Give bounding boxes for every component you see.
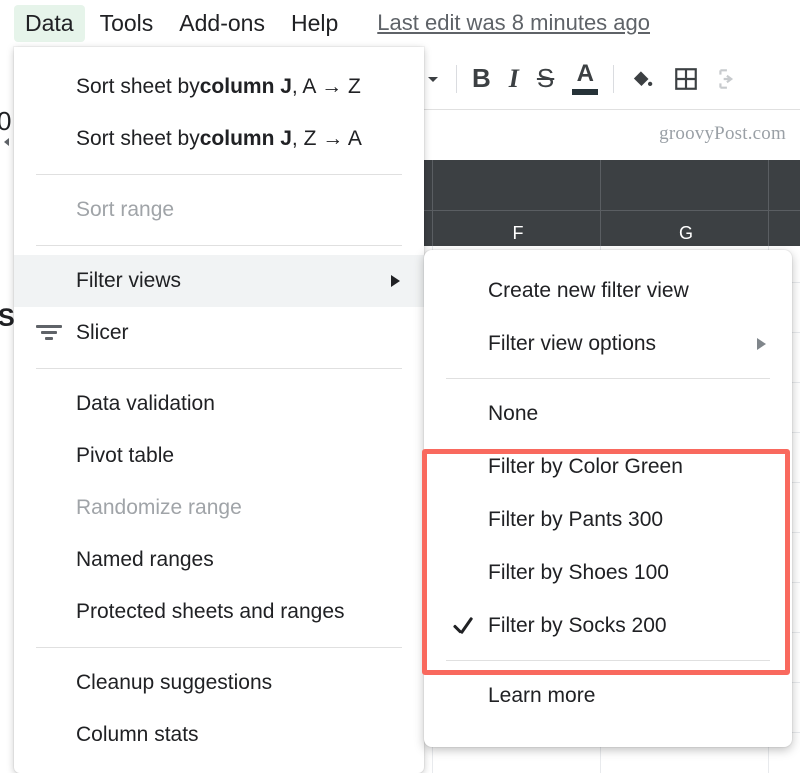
submenu-item-label: Create new filter view [488, 278, 689, 302]
menu-item-sort-range: Sort range [14, 184, 424, 236]
menu-divider-1 [36, 174, 402, 175]
menubar-item-help[interactable]: Help [280, 5, 349, 42]
submenu-item-label: Learn more [488, 683, 596, 707]
menu-item-label: Filter views [76, 269, 182, 292]
toolbar-divider-1 [456, 64, 457, 93]
caret-down-icon[interactable] [425, 71, 441, 87]
menu-item-named-ranges[interactable]: Named ranges [14, 534, 424, 586]
submenu-item-filter-by-pants-300[interactable]: Filter by Pants 300 [424, 493, 792, 546]
submenu-item-filter-by-socks-200[interactable]: Filter by Socks 200 [424, 599, 792, 652]
menu-item-label: Column stats [76, 723, 199, 746]
menu-item-label: Data validation [76, 392, 215, 415]
menu-item-slicer[interactable]: Slicer [14, 307, 424, 359]
watermark-strip: groovyPost.com [416, 110, 800, 158]
menu-item-label: Slicer [76, 321, 129, 344]
menu-divider-4 [36, 647, 402, 648]
menubar-item-addons[interactable]: Add-ons [168, 5, 276, 42]
column-letter-g[interactable]: G [679, 223, 693, 244]
submenu-item-label: Filter by Socks 200 [488, 613, 667, 637]
menu-item-pivot-table[interactable]: Pivot table [14, 430, 424, 482]
submenu-item-none[interactable]: None [424, 387, 792, 440]
groovypost-watermark: groovyPost.com [659, 123, 786, 144]
text-color-swatch [572, 89, 599, 95]
menu-item-label-suffix: , Z → A [291, 127, 362, 150]
screenshot-root: Data Tools Add-ons Help Last edit was 8 … [0, 0, 800, 773]
submenu-divider-2 [446, 660, 770, 661]
slicer-filter-icon [36, 325, 62, 342]
clipped-label-s: S [0, 304, 15, 332]
menu-item-label: Sort range [76, 198, 175, 221]
menu-bar: Data Tools Add-ons Help Last edit was 8 … [0, 0, 800, 46]
menu-item-sort-sheet-za[interactable]: Sort sheet by column J, Z → A [14, 113, 424, 165]
menubar-item-data[interactable]: Data [14, 4, 85, 42]
menu-item-randomize-range: Randomize range [14, 482, 424, 534]
menu-item-protected-sheets-and-ranges[interactable]: Protected sheets and ranges [14, 586, 424, 638]
menu-item-cleanup-suggestions[interactable]: Cleanup suggestions [14, 657, 424, 709]
merge-cells-icon[interactable] [717, 66, 739, 92]
submenu-item-label: Filter by Color Green [488, 454, 683, 478]
text-color-button[interactable]: A [572, 60, 599, 95]
clipped-row-number: 0 [0, 106, 12, 136]
menu-item-sort-sheet-az[interactable]: Sort sheet by column J, A → Z [14, 61, 424, 113]
submenu-item-label: Filter view options [488, 331, 657, 355]
filter-views-submenu: Create new filter view Filter view optio… [424, 250, 792, 747]
submenu-item-label: Filter by Shoes 100 [488, 560, 669, 584]
menu-item-label-suffix: , A → Z [291, 75, 361, 98]
menu-item-column-stats[interactable]: Column stats [14, 709, 424, 761]
menu-divider-2 [36, 245, 402, 246]
chevron-right-icon [757, 337, 766, 350]
menu-item-label: Protected sheets and ranges [76, 600, 345, 623]
checkmark-icon [452, 615, 474, 637]
menu-divider-3 [36, 368, 402, 369]
menu-item-label: Cleanup suggestions [76, 671, 273, 694]
last-edit-link[interactable]: Last edit was 8 minutes ago [377, 10, 650, 36]
submenu-item-learn-more[interactable]: Learn more [424, 669, 792, 722]
submenu-item-create-new-filter-view[interactable]: Create new filter view [424, 264, 792, 317]
column-letter-f[interactable]: F [513, 223, 524, 244]
toolbar-divider-2 [613, 64, 615, 93]
submenu-item-label: Filter by Pants 300 [488, 507, 664, 531]
bold-button[interactable]: B [472, 63, 491, 94]
borders-icon[interactable] [673, 66, 699, 92]
submenu-item-filter-view-options[interactable]: Filter view options [424, 317, 792, 370]
paint-bucket-icon[interactable] [629, 66, 655, 92]
menu-item-label: Pivot table [76, 444, 175, 467]
menu-item-label-bold: column J [199, 75, 292, 98]
menubar-item-tools[interactable]: Tools [89, 5, 165, 42]
menu-item-filter-views[interactable]: Filter views [14, 255, 424, 307]
chevron-right-icon [391, 275, 400, 287]
formatting-toolbar: B I S A [416, 48, 800, 110]
data-menu-panel: Sort sheet by column J, A → Z Sort sheet… [14, 47, 424, 773]
menu-item-label-prefix: Sort sheet by [76, 127, 200, 150]
submenu-item-filter-by-color-green[interactable]: Filter by Color Green [424, 440, 792, 493]
submenu-divider-1 [446, 378, 770, 379]
filter-caret-icon[interactable] [4, 138, 9, 146]
menu-item-label-prefix: Sort sheet by [76, 75, 200, 98]
menu-item-label-bold: column J [199, 127, 292, 150]
submenu-item-filter-by-shoes-100[interactable]: Filter by Shoes 100 [424, 546, 792, 599]
italic-button[interactable]: I [509, 64, 519, 94]
menu-item-label: Randomize range [76, 496, 242, 519]
submenu-item-label: None [488, 401, 539, 425]
menu-item-data-validation[interactable]: Data validation [14, 378, 424, 430]
strikethrough-button[interactable]: S [537, 63, 554, 94]
menu-item-label: Named ranges [76, 548, 214, 571]
text-color-letter: A [576, 60, 594, 87]
